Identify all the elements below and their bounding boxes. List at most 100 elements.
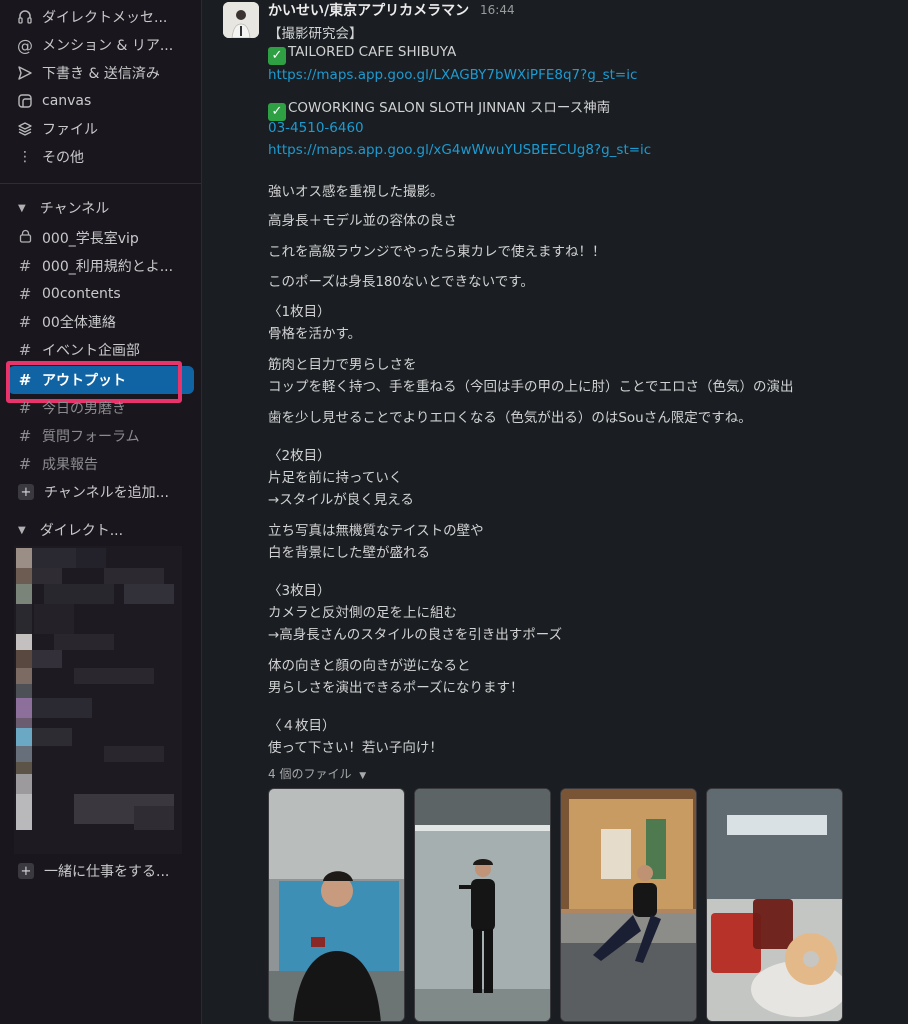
- message-line: 片足を前に持っていく: [268, 466, 402, 486]
- line-text: 〈3枚目）: [268, 583, 331, 599]
- channel-item[interactable]: # イベント企画部: [18, 338, 194, 362]
- check-mark-icon: ✓: [268, 46, 286, 65]
- line-text: カメラと反対側の足を上に組む: [268, 605, 457, 621]
- hash-icon: #: [18, 285, 32, 303]
- line-text: 歯を少し見せることでよりエロくなる（色気が出る）のはSouさん限定ですね。: [268, 410, 752, 426]
- send-icon: [16, 64, 34, 82]
- line-text: 片足を前に持っていく: [268, 470, 403, 486]
- channel-item[interactable]: # 今日の男磨き: [18, 396, 194, 420]
- files-label: 4 個のファイル: [268, 767, 352, 781]
- channel-item[interactable]: # 成果報告: [18, 452, 194, 476]
- line-text: TAILORED CAFE SHIBUYA: [288, 44, 457, 60]
- message-line: 〈3枚目）: [268, 579, 331, 599]
- line-text: 使って下さい！若い子向け！: [268, 740, 443, 756]
- message-line: ✓ TAILORED CAFE SHIBUYA: [268, 44, 456, 65]
- message-line: →スタイルが良く見える: [268, 488, 414, 508]
- line-text: →スタイルが良く見える: [268, 492, 414, 508]
- channel-item[interactable]: # 00contents: [18, 282, 194, 306]
- message-line: 立ち写真は無機質なテイストの壁や: [268, 519, 484, 539]
- message-line: 使って下さい！若い子向け！: [268, 736, 443, 756]
- message-line: 体の向きと顔の向きが逆になると: [268, 654, 471, 674]
- message-line: ✓ COWORKING SALON SLOTH JINNAN スロース神南: [268, 96, 610, 121]
- message-line: 〈1枚目）: [268, 300, 331, 320]
- channel-item[interactable]: # 000_利用規約とよ...: [18, 254, 194, 278]
- channel-label: 00contents: [42, 286, 121, 302]
- line-text: 高身長＋モデル並の容体の良さ: [268, 213, 457, 229]
- channel-label: 今日の男磨き: [42, 401, 126, 417]
- image-thumbnail[interactable]: [706, 788, 843, 1022]
- canvas-icon: [16, 92, 34, 110]
- plus-icon: +: [18, 863, 34, 879]
- nav-label: その他: [42, 150, 84, 166]
- line-text: 強いオス感を重視した撮影。: [268, 184, 444, 200]
- message-link[interactable]: https://maps.app.goo.gl/xG4wWwuYUSBEECUg…: [268, 142, 651, 158]
- message-pane: かいせい/東京アプリカメラマン 16:44 【撮影研究会】 ✓ TAILORED C…: [203, 0, 908, 1024]
- channel-label: 00全体連絡: [42, 315, 116, 331]
- channel-label: 質問フォーラム: [42, 429, 140, 445]
- image-thumbnail[interactable]: [414, 788, 551, 1022]
- check-mark-icon: ✓: [268, 102, 286, 121]
- dm-section-toggle[interactable]: ▼ ダイレクト...: [18, 519, 123, 541]
- nav-label: メンション & リア...: [42, 38, 174, 54]
- message-author[interactable]: かいせい/東京アプリカメラマン: [268, 0, 469, 20]
- at-icon: @: [17, 35, 33, 55]
- line-text: 男らしさを演出できるポーズになります！: [268, 680, 524, 696]
- avatar[interactable]: [223, 2, 259, 38]
- line-text: コップを軽く持つ、手を重ねる（今回は手の甲の上に肘）ことでエロさ（色気）の演出: [268, 379, 794, 395]
- nav-direct-messages[interactable]: ダイレクトメッセ...: [16, 6, 196, 28]
- message-line: 強いオス感を重視した撮影。: [268, 180, 444, 200]
- nav-more[interactable]: ⋮ その他: [16, 146, 196, 168]
- invite-label: 一緒に仕事をする...: [44, 864, 170, 880]
- invite-button[interactable]: + 一緒に仕事をする...: [18, 859, 194, 883]
- message-line: このポーズは身長180ないとできないです。: [268, 270, 534, 290]
- message-line: 高身長＋モデル並の容体の良さ: [268, 209, 457, 229]
- channels-header: チャンネル: [39, 201, 110, 217]
- message-line: 歯を少し見せることでよりエロくなる（色気が出る）のはSouさん限定ですね。: [268, 406, 752, 426]
- line-text: 〈2枚目）: [268, 448, 331, 464]
- hash-icon: #: [18, 427, 32, 445]
- add-channel-button[interactable]: + チャンネルを追加...: [18, 480, 194, 504]
- hash-icon: #: [18, 257, 32, 275]
- channel-label: 000_利用規約とよ...: [42, 259, 174, 275]
- hash-icon: #: [18, 313, 32, 331]
- message-timestamp[interactable]: 16:44: [480, 3, 515, 17]
- message-line: 【撮影研究会】: [268, 22, 363, 42]
- nav-label: canvas: [42, 93, 92, 109]
- nav-label: ファイル: [42, 122, 98, 138]
- message-line: 白を背景にした壁が盛れる: [268, 541, 430, 561]
- line-text: 〈1枚目）: [268, 304, 331, 320]
- line-text: COWORKING SALON SLOTH JINNAN スロース神南: [288, 100, 611, 116]
- message-link[interactable]: https://maps.app.goo.gl/LXAGBY7bWXiPFE8q…: [268, 67, 637, 83]
- dm-header: ダイレクト...: [39, 523, 124, 539]
- nav-mentions[interactable]: @ メンション & リア...: [16, 34, 196, 56]
- message-line: コップを軽く持つ、手を重ねる（今回は手の甲の上に肘）ことでエロさ（色気）の演出: [268, 375, 794, 395]
- image-thumbnail[interactable]: [268, 788, 405, 1022]
- nav-drafts-sent[interactable]: 下書き & 送信済み: [16, 62, 196, 84]
- files-toggle[interactable]: 4 個のファイル ▼: [268, 765, 366, 782]
- line-text: https://maps.app.goo.gl/LXAGBY7bWXiPFE8q…: [268, 67, 638, 83]
- line-text: 03-4510-6460: [268, 120, 364, 136]
- caret-down-icon: ▼: [18, 524, 26, 536]
- line-text: 白を背景にした壁が盛れる: [268, 545, 430, 561]
- hash-icon: #: [18, 399, 32, 417]
- channels-section-toggle[interactable]: ▼ チャンネル: [18, 197, 109, 219]
- hash-icon: #: [18, 341, 32, 359]
- nav-label: 下書き & 送信済み: [42, 66, 160, 82]
- line-text: 筋肉と目力で男らしさを: [268, 357, 417, 373]
- line-text: 体の向きと顔の向きが逆になると: [268, 658, 471, 674]
- channel-label: 000_学長室vip: [42, 231, 139, 247]
- nav-files[interactable]: ファイル: [16, 118, 196, 140]
- dm-list-pixelated: [14, 546, 182, 854]
- channel-item[interactable]: # 質問フォーラム: [18, 424, 194, 448]
- channel-item[interactable]: 000_学長室vip: [18, 226, 194, 250]
- channel-item[interactable]: # 00全体連絡: [18, 310, 194, 334]
- line-text: 骨格を活かす。: [268, 326, 362, 342]
- line-text: 〈４枚目）: [268, 718, 336, 734]
- image-thumbnail[interactable]: [560, 788, 697, 1022]
- lock-icon: [18, 229, 32, 247]
- channel-label: 成果報告: [42, 457, 98, 473]
- message-line: これを高級ラウンジでやったら東カレで使えますね！！: [268, 240, 606, 260]
- nav-label: ダイレクトメッセ...: [42, 10, 168, 26]
- nav-canvas[interactable]: canvas: [16, 90, 196, 112]
- message-link[interactable]: 03-4510-6460: [268, 120, 364, 136]
